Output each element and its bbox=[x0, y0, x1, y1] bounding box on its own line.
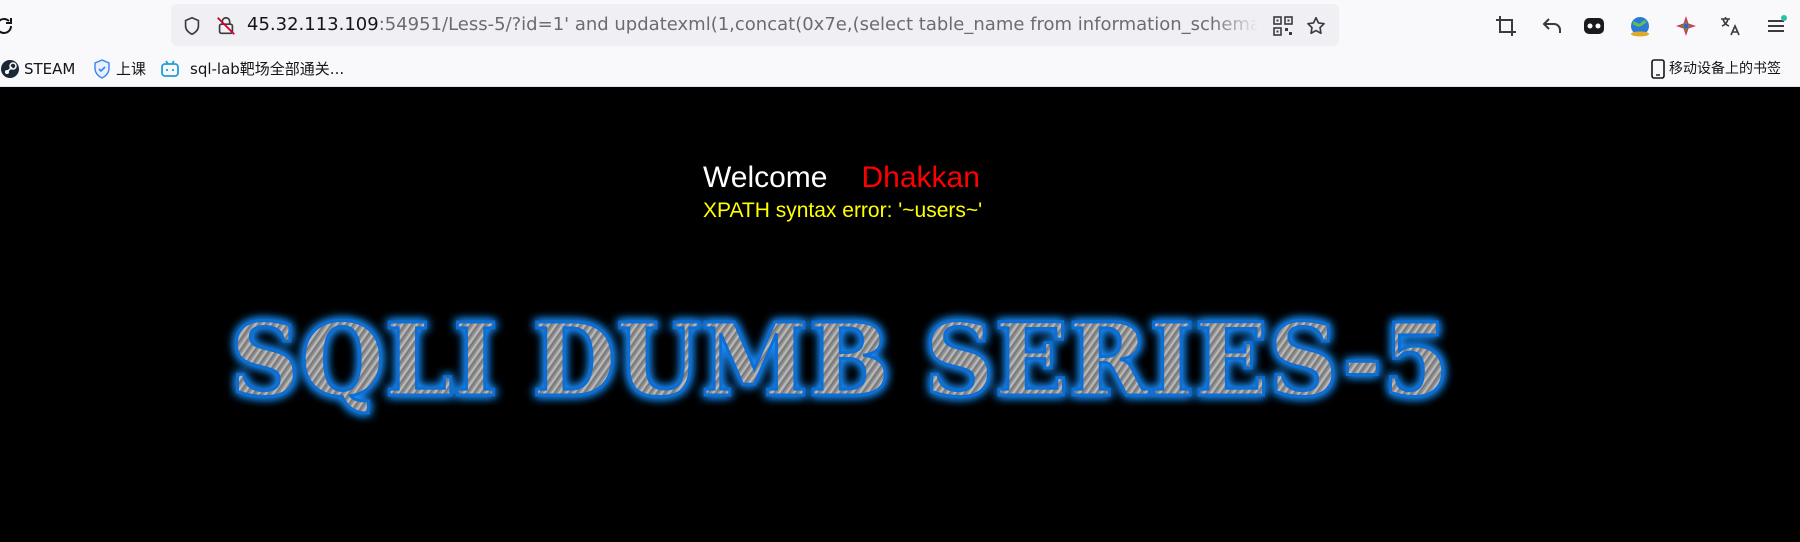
bookmark-class[interactable]: 上课 bbox=[90, 52, 150, 86]
browser-toolbar: 45.32.113.109:54951/Less-5/?id=1' and up… bbox=[0, 0, 1800, 52]
crop-icon[interactable] bbox=[1494, 14, 1518, 38]
bookmark-sql-lab[interactable]: sql-lab靶场全部通关... bbox=[160, 52, 360, 86]
qr-code-icon[interactable] bbox=[1273, 16, 1293, 36]
mobile-bookmarks[interactable]: 移动设备上的书签 bbox=[1650, 52, 1800, 86]
color-star-icon[interactable] bbox=[1674, 14, 1698, 38]
error-message: XPATH syntax error: '~users~' bbox=[703, 199, 983, 222]
mobile-bookmarks-label: 移动设备上的书签 bbox=[1669, 61, 1781, 77]
shield-badge-icon bbox=[94, 59, 110, 79]
bookmark-class-label: 上课 bbox=[116, 60, 147, 78]
reload-icon[interactable] bbox=[0, 14, 16, 38]
url-host: 45.32.113.109 bbox=[247, 14, 379, 35]
url-fade bbox=[1211, 6, 1259, 44]
mobile-phone-icon bbox=[1651, 59, 1665, 79]
bookmark-steam[interactable]: STEAM bbox=[0, 52, 90, 86]
steam-icon bbox=[1, 60, 19, 78]
user-name: Dhakkan bbox=[861, 161, 980, 194]
bookmark-star-icon[interactable] bbox=[1305, 15, 1327, 37]
page-content: Welcome Dhakkan XPATH syntax error: '~use… bbox=[0, 87, 1800, 542]
address-bar[interactable]: 45.32.113.109:54951/Less-5/?id=1' and up… bbox=[171, 4, 1339, 46]
pet-extension-icon[interactable] bbox=[1582, 14, 1606, 38]
url-path: :54951/Less-5/?id=1' and updatexml(1,con… bbox=[378, 14, 1257, 35]
insecure-lock-icon[interactable] bbox=[215, 15, 237, 37]
bookmark-sql-lab-label: sql-lab靶场全部通关... bbox=[190, 60, 345, 78]
bookmark-steam-label: STEAM bbox=[24, 60, 76, 78]
banner-title: SQLI DUMB SERIES-5 bbox=[230, 301, 1450, 419]
undo-icon[interactable] bbox=[1540, 14, 1564, 38]
welcome-line: Welcome Dhakkan bbox=[703, 161, 980, 195]
globe-extension-icon[interactable] bbox=[1628, 14, 1652, 38]
shield-icon[interactable] bbox=[181, 15, 203, 37]
series-banner: SQLI DUMB SERIES-5 bbox=[229, 300, 1452, 421]
bilibili-icon bbox=[161, 60, 179, 77]
url-text[interactable]: 45.32.113.109:54951/Less-5/?id=1' and up… bbox=[247, 4, 1257, 46]
bookmarks-toolbar: STEAM 上课 sql-lab靶场全部通关... 移动设备上的书签 bbox=[0, 52, 1800, 87]
welcome-text: Welcome bbox=[703, 161, 828, 194]
translate-icon[interactable] bbox=[1718, 14, 1742, 38]
menu-icon[interactable] bbox=[1764, 14, 1788, 38]
